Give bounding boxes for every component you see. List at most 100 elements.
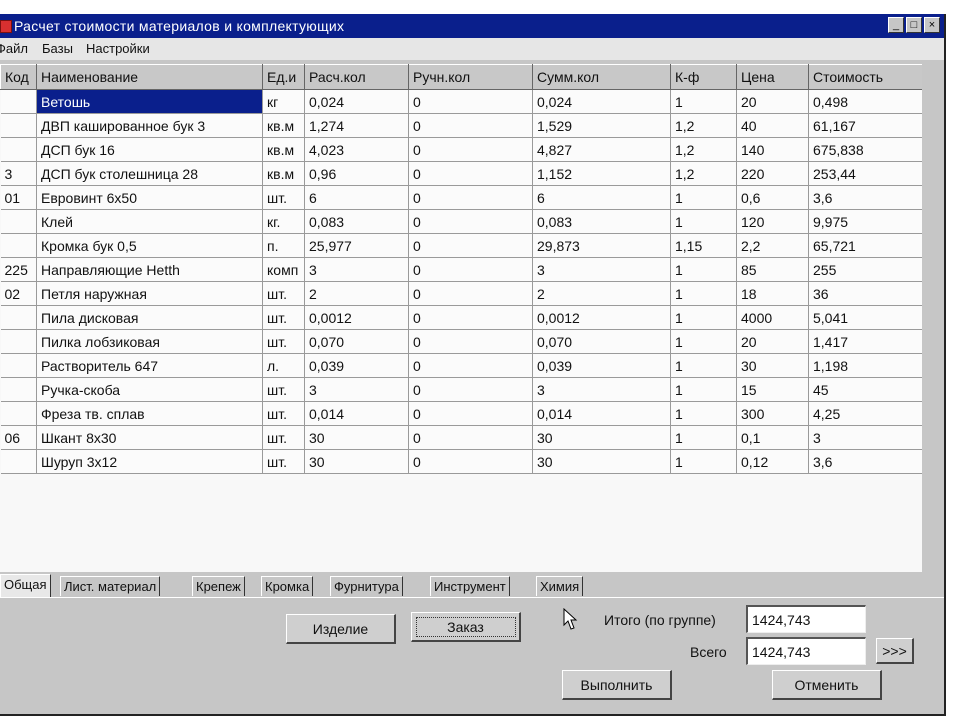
table-cell[interactable]: 40	[736, 113, 809, 138]
menu-file[interactable]: Файл	[0, 38, 28, 60]
table-cell[interactable]: 1	[670, 425, 737, 450]
product-button[interactable]: Изделие	[286, 614, 396, 644]
table-cell[interactable]: 65,721	[808, 233, 922, 258]
table-cell[interactable]: 1	[670, 209, 737, 234]
table-cell[interactable]: 1,417	[808, 329, 922, 354]
table-cell[interactable]: 1,2	[670, 161, 737, 186]
table-row[interactable]: Растворитель 647 л. 0,039 0 0,039 1 30 1,198	[0, 353, 922, 378]
table-cell[interactable]: 0,96	[304, 161, 409, 186]
table-cell[interactable]: кв.м	[262, 113, 305, 138]
table-cell[interactable]: Шуруп 3х12	[36, 449, 263, 474]
table-cell[interactable]	[0, 401, 37, 426]
tab-sheet-material[interactable]: Лист. материал	[60, 576, 161, 596]
table-cell[interactable]: 3,6	[808, 185, 922, 210]
table-cell[interactable]: 30	[736, 353, 809, 378]
table-cell[interactable]: 0,024	[304, 89, 409, 114]
table-cell[interactable]: 3	[304, 377, 409, 402]
table-cell[interactable]: 3	[304, 257, 409, 282]
table-cell[interactable]: 1	[670, 281, 737, 306]
table-cell[interactable]: 253,44	[808, 161, 922, 186]
close-button[interactable]: ×	[924, 17, 940, 33]
table-cell[interactable]: кв.м	[262, 161, 305, 186]
table-cell[interactable]: кг	[262, 89, 305, 114]
column-header[interactable]: Наименование	[36, 64, 263, 90]
menu-bases[interactable]: Базы	[42, 38, 73, 60]
table-row[interactable]: Клей кг. 0,083 0 0,083 1 120 9,975	[0, 209, 922, 234]
table-cell[interactable]: 0,6	[736, 185, 809, 210]
column-header[interactable]: Код	[0, 64, 37, 90]
table-cell[interactable]: шт.	[262, 305, 305, 330]
table-cell[interactable]: 02	[0, 281, 37, 306]
column-header[interactable]: К-ф	[670, 64, 737, 90]
minimize-button[interactable]: _	[888, 17, 904, 33]
table-cell[interactable]: 0,0012	[532, 305, 671, 330]
execute-button[interactable]: Выполнить	[562, 670, 672, 700]
table-cell[interactable]: 0	[408, 305, 533, 330]
table-cell[interactable]: 0,083	[532, 209, 671, 234]
table-cell[interactable]: 3	[532, 257, 671, 282]
table-cell[interactable]: Направляющие Hetth	[36, 257, 263, 282]
column-header[interactable]: Ед.и	[262, 64, 305, 90]
table-row[interactable]: 01 Евровинт 6х50 шт. 6 0 6 1 0,6 3,6	[0, 185, 922, 210]
table-cell[interactable]: 0	[408, 377, 533, 402]
table-cell[interactable]	[0, 353, 37, 378]
table-cell[interactable]: 4000	[736, 305, 809, 330]
table-cell[interactable]: шт.	[262, 449, 305, 474]
table-cell[interactable]: 4,827	[532, 137, 671, 162]
table-cell[interactable]: 25,977	[304, 233, 409, 258]
table-cell[interactable]: 20	[736, 89, 809, 114]
table-cell[interactable]: 1,152	[532, 161, 671, 186]
table-cell[interactable]: 1	[670, 257, 737, 282]
table-cell[interactable]	[0, 449, 37, 474]
cancel-button[interactable]: Отменить	[772, 670, 882, 700]
table-cell[interactable]: 85	[736, 257, 809, 282]
table-cell[interactable]: 0,12	[736, 449, 809, 474]
table-cell[interactable]: 255	[808, 257, 922, 282]
table-cell[interactable]: 0,039	[532, 353, 671, 378]
table-cell[interactable]: Шкант 8х30	[36, 425, 263, 450]
table-cell[interactable]: ДСП бук 16	[36, 137, 263, 162]
table-row[interactable]: Кромка бук 0,5 п. 25,977 0 29,873 1,15 2,2 65,7…	[0, 233, 922, 258]
table-cell[interactable]: 1,529	[532, 113, 671, 138]
tab-edging[interactable]: Кромка	[261, 576, 314, 596]
table-cell[interactable]: 1	[670, 185, 737, 210]
column-header[interactable]: Ручн.кол	[408, 64, 533, 90]
table-cell[interactable]	[0, 377, 37, 402]
column-header[interactable]: Расч.кол	[304, 64, 409, 90]
table-cell[interactable]: 0,083	[304, 209, 409, 234]
table-cell[interactable]: 2,2	[736, 233, 809, 258]
table-cell[interactable]: 0	[408, 137, 533, 162]
table-cell[interactable]: 1	[670, 353, 737, 378]
table-row[interactable]: 225 Направляющие Hetth комп 3 0 3 1 85 255	[0, 257, 922, 282]
table-row[interactable]: ДСП бук 16 кв.м 4,023 0 4,827 1,2 140 675,838	[0, 137, 922, 162]
table-cell[interactable]: 675,838	[808, 137, 922, 162]
column-header[interactable]: Цена	[736, 64, 809, 90]
table-cell[interactable]: ДВП кашированное бук 3	[36, 113, 263, 138]
table-cell[interactable]: 0,039	[304, 353, 409, 378]
table-cell[interactable]: 2	[532, 281, 671, 306]
table-cell[interactable]: 1,198	[808, 353, 922, 378]
table-cell[interactable]: 220	[736, 161, 809, 186]
table-cell[interactable]: 3	[0, 161, 37, 186]
table-cell[interactable]: 0	[408, 401, 533, 426]
table-cell[interactable]: 140	[736, 137, 809, 162]
table-cell[interactable]: Ветошь	[36, 89, 263, 114]
table-cell[interactable]: шт.	[262, 377, 305, 402]
table-cell[interactable]: 0,014	[304, 401, 409, 426]
table-cell[interactable]: 1,15	[670, 233, 737, 258]
table-cell[interactable]: 30	[304, 425, 409, 450]
table-cell[interactable]: 1	[670, 305, 737, 330]
table-cell[interactable]	[0, 89, 37, 114]
title-bar[interactable]: Расчет стоимости материалов и комплектую…	[0, 14, 944, 38]
table-cell[interactable]: Петля наружная	[36, 281, 263, 306]
tab-general[interactable]: Общая	[0, 574, 51, 598]
table-cell[interactable]: 3	[808, 425, 922, 450]
table-cell[interactable]: 1	[670, 329, 737, 354]
table-cell[interactable]: Растворитель 647	[36, 353, 263, 378]
table-cell[interactable]: 9,975	[808, 209, 922, 234]
table-cell[interactable]: 1	[670, 449, 737, 474]
table-cell[interactable]: 29,873	[532, 233, 671, 258]
table-cell[interactable]: л.	[262, 353, 305, 378]
table-cell[interactable]: 0,070	[532, 329, 671, 354]
table-cell[interactable]: Фреза тв. сплав	[36, 401, 263, 426]
